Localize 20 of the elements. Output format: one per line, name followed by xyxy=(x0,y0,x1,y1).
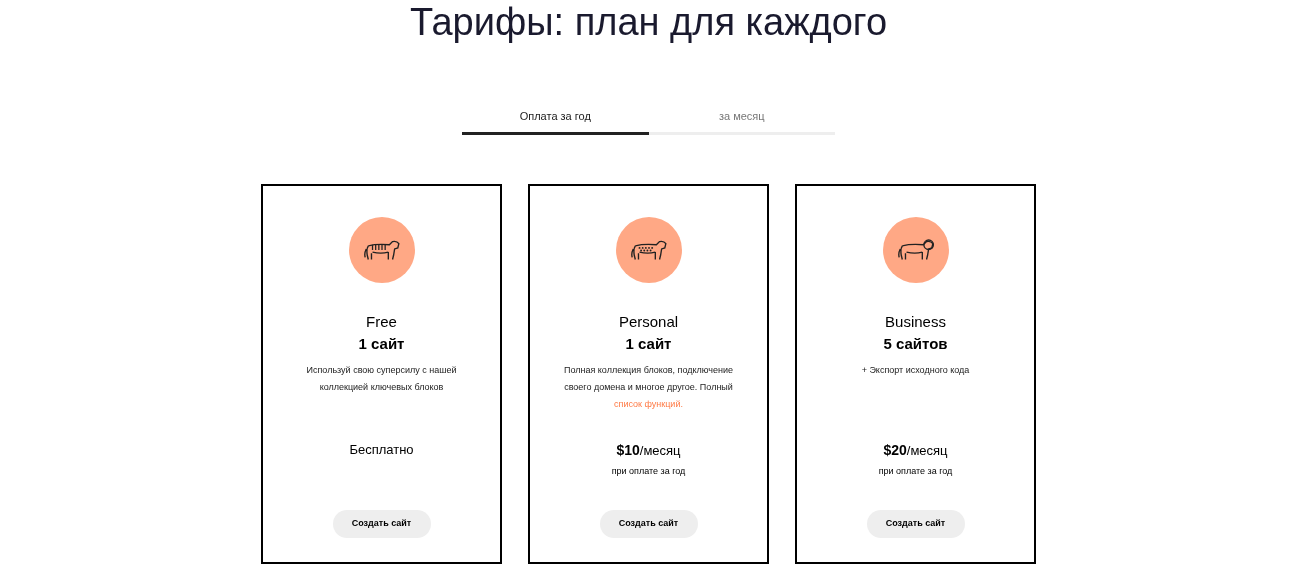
tab[interactable]: за месяц xyxy=(648,101,835,135)
price: $10/месяц xyxy=(616,441,681,460)
billing-note: при оплате за год xyxy=(611,465,686,478)
plan-description: Используй свою суперсилу с нашей коллекцией ключевых блоков xyxy=(305,364,458,394)
plan-name: Personal xyxy=(618,312,679,332)
price: Бесплатно xyxy=(349,441,414,459)
plan-name: Business xyxy=(885,312,946,332)
create-site-button[interactable]: Создать сайт xyxy=(599,510,698,538)
plan-name: Free xyxy=(366,312,397,332)
site-count: 1 сайт xyxy=(358,334,405,354)
plan-description: + Экспорт исходного кода xyxy=(860,364,971,377)
create-site-button[interactable]: Создать сайт xyxy=(332,510,431,538)
page-title: Тарифы: план для каждого xyxy=(409,0,888,45)
site-count: 5 сайтов xyxy=(883,334,948,354)
plan-description: Полная коллекция блоков, подключение своего домена и многое другое. Полный список функций. xyxy=(562,364,735,411)
site-count: 1 сайт xyxy=(625,334,672,354)
billing-note: при оплате за год xyxy=(878,465,953,478)
tab[interactable]: Оплата за год xyxy=(462,101,649,135)
create-site-button[interactable]: Создать сайт xyxy=(866,510,965,538)
price: $20/месяц xyxy=(883,441,948,460)
